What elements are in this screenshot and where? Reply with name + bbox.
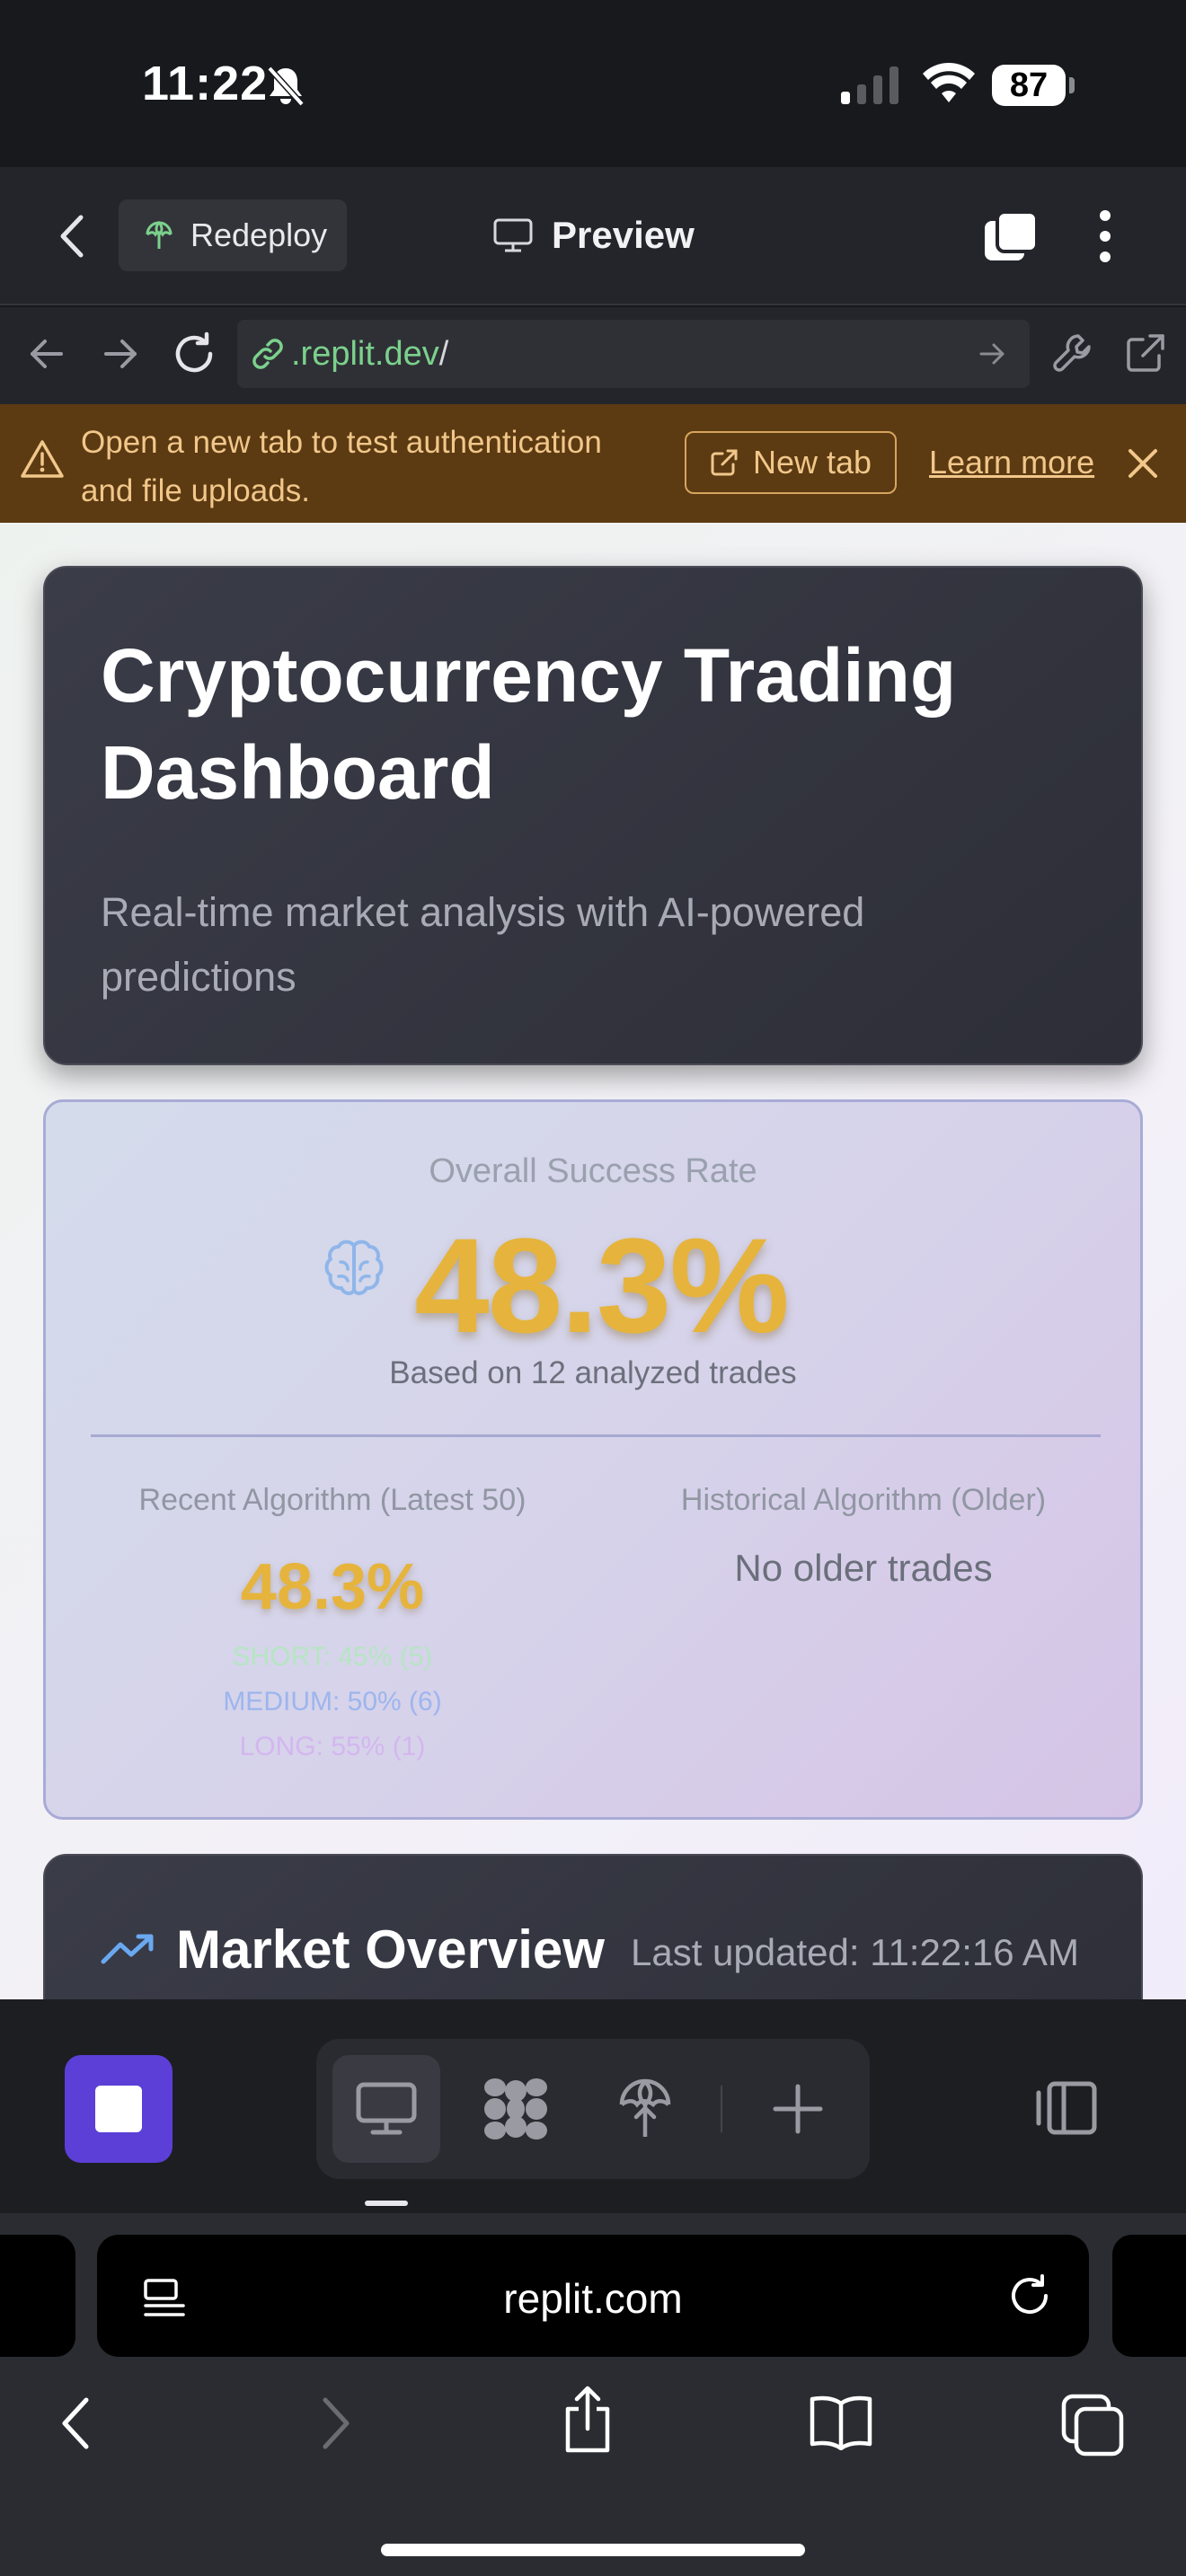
- short-term-stat: SHORT: 45% (5): [232, 1642, 433, 1672]
- page-title: Cryptocurrency Trading Dashboard: [101, 633, 957, 815]
- tool-separator: [721, 2086, 722, 2132]
- safari-toolbar: replit.com: [0, 2213, 1186, 2576]
- market-overview-card: Market Overview Last updated: 11:22:16 A…: [43, 1854, 1143, 1999]
- multi-tab-icon[interactable]: [981, 208, 1040, 264]
- previous-tab-peek[interactable]: [0, 2235, 75, 2357]
- market-overview-title: Market Overview: [176, 1919, 605, 1980]
- wrench-icon[interactable]: [1051, 331, 1096, 375]
- safari-address-bar[interactable]: replit.com: [97, 2235, 1089, 2357]
- preview-tab[interactable]: Preview: [492, 203, 695, 268]
- preview-tool-button[interactable]: [332, 2055, 440, 2163]
- url-domain: .replit.dev: [291, 334, 439, 373]
- stop-button[interactable]: [65, 2055, 173, 2163]
- medium-term-stat: MEDIUM: 50% (6): [223, 1687, 442, 1716]
- banner-message: Open a new tab to test authentication an…: [81, 425, 602, 508]
- reload-icon[interactable]: [1006, 2272, 1053, 2319]
- redeploy-label: Redeploy: [190, 216, 328, 253]
- cell-signal-icon: [841, 66, 898, 104]
- learn-more-link[interactable]: Learn more: [929, 444, 1094, 481]
- next-tab-peek[interactable]: [1112, 2235, 1186, 2357]
- deploy-icon: [146, 220, 173, 249]
- plus-icon: [773, 2084, 823, 2134]
- preview-webview: Cryptocurrency Trading Dashboard Real-ti…: [0, 523, 1186, 1999]
- recent-algorithm-column: Recent Algorithm (Latest 50) 48.3% SHORT…: [46, 1483, 619, 1762]
- preview-url-field[interactable]: .replit.dev /: [237, 320, 1030, 388]
- status-time: 11:22: [142, 57, 269, 110]
- home-indicator: [381, 2544, 805, 2556]
- preview-label: Preview: [552, 214, 695, 256]
- monitor-icon: [356, 2082, 417, 2135]
- replit-bottom-toolbar: [0, 1999, 1186, 2213]
- bell-muted-icon: [267, 66, 305, 107]
- historical-algorithm-title: Historical Algorithm (Older): [680, 1483, 1047, 1517]
- recent-algorithm-title: Recent Algorithm (Latest 50): [138, 1483, 527, 1517]
- chevron-left-icon[interactable]: [54, 212, 90, 260]
- long-term-stat: LONG: 55% (1): [239, 1732, 426, 1761]
- battery-level: 87: [992, 65, 1066, 106]
- agent-tool-button[interactable]: [462, 2055, 570, 2163]
- grid-blob-icon: [484, 2078, 547, 2139]
- redeploy-button[interactable]: Redeploy: [119, 199, 347, 271]
- success-rate-subtext: Based on 12 analyzed trades: [389, 1355, 797, 1390]
- url-path: /: [438, 334, 449, 373]
- preview-url-row: .replit.dev /: [0, 307, 1186, 404]
- share-icon[interactable]: [561, 2384, 615, 2456]
- close-icon[interactable]: [1125, 446, 1161, 481]
- new-tab-label: New tab: [752, 444, 872, 481]
- recent-algorithm-value: 48.3%: [240, 1551, 425, 1623]
- tabs-icon[interactable]: [1060, 2393, 1125, 2457]
- historical-algorithm-column: Historical Algorithm (Older) No older tr…: [612, 1483, 1115, 1590]
- reload-icon[interactable]: [171, 331, 217, 377]
- arrow-left-icon[interactable]: [27, 334, 66, 374]
- battery-cap: [1069, 77, 1075, 93]
- status-bar: 11:22 87: [0, 0, 1186, 167]
- chevron-right-icon[interactable]: [318, 2393, 354, 2454]
- dashboard-header-card: Cryptocurrency Trading Dashboard Real-ti…: [43, 566, 1143, 1065]
- success-rate-card: Overall Success Rate 48.3% Based on 12 a…: [43, 1099, 1143, 1820]
- tool-switcher: [316, 2039, 870, 2179]
- monitor-icon: [493, 218, 533, 252]
- arrow-right-icon[interactable]: [101, 334, 140, 374]
- replit-toolbar: Redeploy Preview: [0, 167, 1186, 305]
- add-tool-button[interactable]: [744, 2055, 852, 2163]
- trending-up-icon: [101, 1934, 154, 1964]
- link-icon: [252, 339, 283, 369]
- external-link-icon[interactable]: [1123, 331, 1168, 375]
- arrow-right-icon[interactable]: [976, 338, 1008, 370]
- success-rate-value: 48.3%: [414, 1210, 789, 1361]
- stop-square-icon: [95, 2086, 142, 2132]
- historical-algorithm-value: No older trades: [734, 1547, 993, 1589]
- more-vertical-icon[interactable]: [1094, 208, 1116, 264]
- wifi-icon: [923, 63, 975, 102]
- section-divider: [91, 1434, 1101, 1437]
- deploy-tool-button[interactable]: [591, 2055, 699, 2163]
- safari-host: replit.com: [503, 2275, 683, 2322]
- warning-triangle-icon: [21, 440, 64, 478]
- deploy-icon: [619, 2078, 671, 2137]
- active-tool-indicator: [365, 2201, 408, 2206]
- page-subtitle: Real-time market analysis with AI-powere…: [101, 889, 865, 1000]
- external-link-icon: [711, 449, 738, 476]
- auth-warning-banner: Open a new tab to test authentication an…: [0, 404, 1186, 523]
- success-rate-label: Overall Success Rate: [429, 1152, 757, 1190]
- bookmarks-icon[interactable]: [807, 2393, 875, 2450]
- panel-toggle-icon[interactable]: [1033, 2080, 1100, 2136]
- last-updated-text: Last updated: 11:22:16 AM: [631, 1931, 1079, 1973]
- chevron-left-icon[interactable]: [58, 2393, 93, 2454]
- new-tab-button[interactable]: New tab: [685, 431, 897, 494]
